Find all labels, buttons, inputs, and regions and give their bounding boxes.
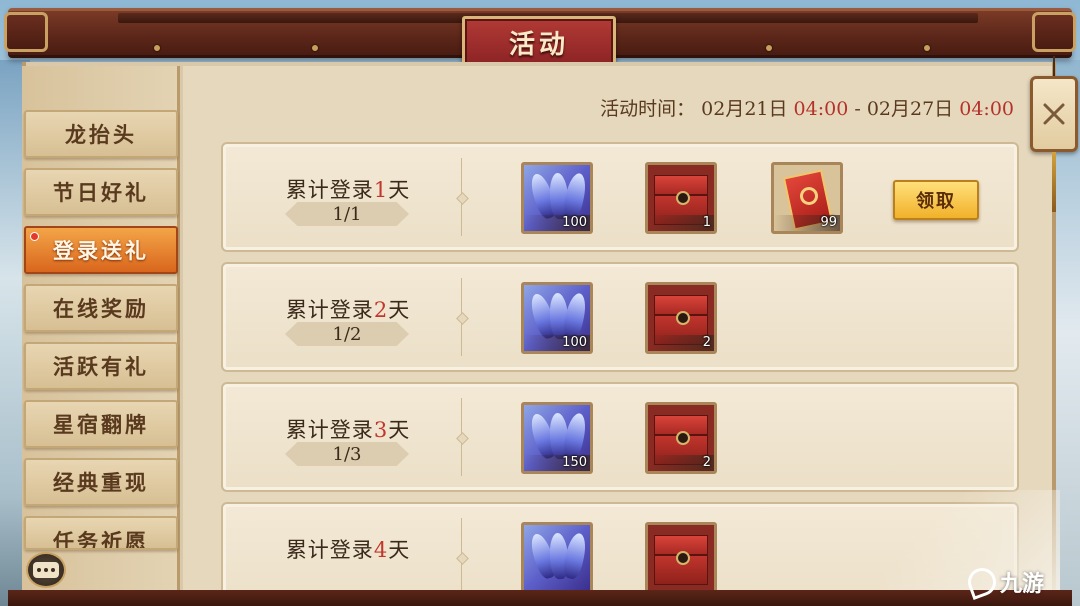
stud-ornament xyxy=(312,45,318,51)
title-plaque: 活动 xyxy=(462,16,616,68)
reward-row: 累计登录3天 1/3 150 2 xyxy=(221,382,1019,492)
reward-item-slot[interactable]: 150 xyxy=(521,402,593,474)
row-title-suffix: 天 xyxy=(388,538,411,562)
row-title: 累计登录4天 xyxy=(243,534,453,564)
sidebar-item-label: 任务祈愿 xyxy=(53,529,149,550)
reward-item-slot[interactable] xyxy=(645,522,717,590)
row-title: 累计登录3天 xyxy=(243,414,453,444)
content-area: 活动时间： 02月21日 04:00 - 02月27日 04:00 累计登录1天… xyxy=(183,66,1052,590)
row-title-prefix: 累计登录 xyxy=(285,418,374,442)
sidebar-item-online-rewards[interactable]: 在线奖励 xyxy=(24,284,178,332)
row-day-count: 3 xyxy=(373,418,389,442)
sidebar-item-activity-gifts[interactable]: 活跃有礼 xyxy=(24,342,178,390)
row-day-count: 2 xyxy=(373,298,389,322)
watermark-logo-icon xyxy=(964,564,1000,600)
row-title: 累计登录2天 xyxy=(243,294,453,324)
stud-ornament xyxy=(924,45,930,51)
corner-ornament-left xyxy=(4,12,48,52)
close-button[interactable] xyxy=(1030,76,1078,152)
sidebar-item-label: 星宿翻牌 xyxy=(53,412,149,437)
sidebar-item-label: 经典重现 xyxy=(53,470,149,495)
reward-row: 累计登录4天 xyxy=(221,502,1019,590)
sidebar-item-label: 龙抬头 xyxy=(65,122,137,147)
reward-count: 100 xyxy=(562,335,587,350)
reward-count: 150 xyxy=(562,455,587,470)
row-day-count: 1 xyxy=(373,178,389,202)
watermark-text: 九游 xyxy=(1000,572,1045,597)
reward-item-slot[interactable]: 2 xyxy=(645,282,717,354)
sidebar-item-task-wish[interactable]: 任务祈愿 xyxy=(24,516,178,550)
row-title-suffix: 天 xyxy=(388,418,411,442)
row-divider xyxy=(461,398,462,476)
page-title: 活动 xyxy=(508,29,569,60)
event-time-separator: - xyxy=(854,98,861,120)
sidebar-item-festival-gifts[interactable]: 节日好礼 xyxy=(24,168,178,216)
reward-item-slot[interactable] xyxy=(521,522,593,590)
corner-ornament-right xyxy=(1032,12,1076,52)
sidebar-item-classic-return[interactable]: 经典重现 xyxy=(24,458,178,506)
reward-count: 2 xyxy=(702,455,711,470)
reward-count: 99 xyxy=(820,215,837,230)
reward-row: 累计登录1天 1/1 100 1 99 领取 xyxy=(221,142,1019,252)
row-divider xyxy=(461,158,462,236)
sidebar-item-star-flip[interactable]: 星宿翻牌 xyxy=(24,400,178,448)
event-end-date: 02月27日 xyxy=(866,98,954,120)
reward-item-slot[interactable]: 1 xyxy=(645,162,717,234)
sidebar-item-label: 登录送礼 xyxy=(53,238,149,263)
sidebar-item-login-gifts[interactable]: 登录送礼 xyxy=(24,226,178,274)
row-title-prefix: 累计登录 xyxy=(285,298,374,322)
progress-pill: 1/3 xyxy=(285,442,409,466)
event-time: 活动时间： 02月21日 04:00 - 02月27日 04:00 xyxy=(600,94,1014,121)
row-title-prefix: 累计登录 xyxy=(285,178,374,202)
stud-ornament xyxy=(766,45,772,51)
chest-icon xyxy=(648,525,714,590)
reward-item-slot[interactable]: 2 xyxy=(645,402,717,474)
reward-count: 2 xyxy=(702,335,711,350)
row-title-suffix: 天 xyxy=(388,298,411,322)
lantern-rope xyxy=(1053,56,1055,78)
reward-item-slot[interactable]: 100 xyxy=(521,282,593,354)
event-start-time: 04:00 xyxy=(793,98,849,120)
event-start-date: 02月21日 xyxy=(701,98,788,120)
progress-pill: 1/2 xyxy=(285,322,409,346)
lantern-tassel xyxy=(1052,152,1056,212)
row-day-count: 4 xyxy=(373,538,389,562)
sidebar-item-label: 在线奖励 xyxy=(53,296,149,321)
chat-button[interactable] xyxy=(26,552,66,588)
reward-count: 1 xyxy=(702,215,711,230)
reward-count: 100 xyxy=(562,215,587,230)
event-end-time: 04:00 xyxy=(959,98,1014,120)
watermark: 九游 xyxy=(964,562,1045,602)
row-divider xyxy=(461,518,462,590)
row-title: 累计登录1天 xyxy=(243,174,453,204)
reward-row: 累计登录2天 1/2 100 2 xyxy=(221,262,1019,372)
row-divider xyxy=(461,278,462,356)
row-title-prefix: 累计登录 xyxy=(285,538,374,562)
sidebar-item-dragon-head[interactable]: 龙抬头 xyxy=(24,110,178,158)
progress-pill: 1/1 xyxy=(285,202,409,226)
claim-button[interactable]: 领取 xyxy=(893,180,979,220)
close-icon xyxy=(1043,103,1065,125)
row-title-suffix: 天 xyxy=(388,178,411,202)
notification-dot-icon xyxy=(30,232,39,241)
event-time-label: 活动时间： xyxy=(600,98,696,120)
feather-icon xyxy=(524,525,590,590)
sidebar-item-label: 活跃有礼 xyxy=(53,354,149,379)
chat-icon xyxy=(33,562,59,578)
reward-item-slot[interactable]: 100 xyxy=(521,162,593,234)
sidebar-item-label: 节日好礼 xyxy=(53,180,149,205)
bottom-rail xyxy=(8,590,1072,606)
stud-ornament xyxy=(154,45,160,51)
reward-item-slot[interactable]: 99 xyxy=(771,162,843,234)
